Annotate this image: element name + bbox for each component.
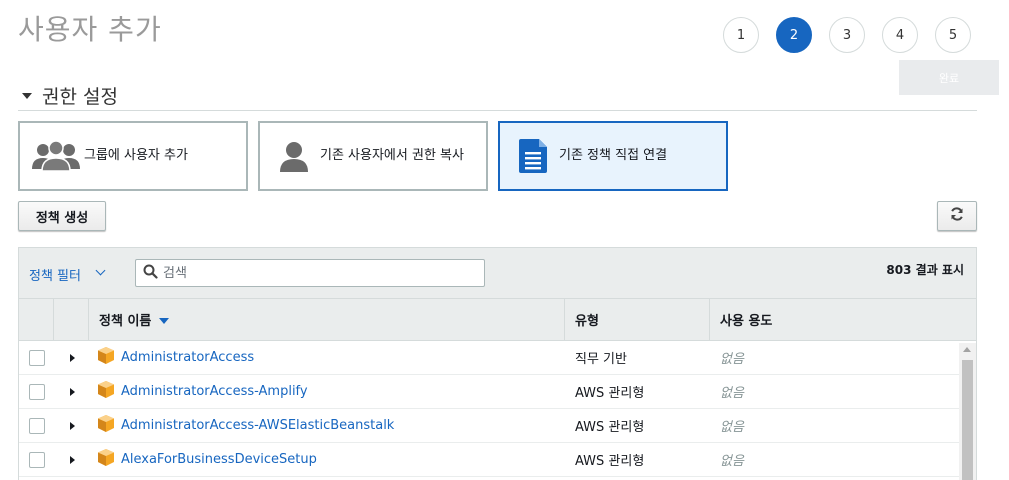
select-cell: [19, 451, 54, 468]
expand-cell: [54, 387, 89, 396]
type-cell: AWS 관리형: [565, 416, 710, 435]
type-cell: AWS 관리형: [565, 450, 710, 469]
header-policy-name[interactable]: 정책 이름: [89, 299, 565, 340]
select-cell: [19, 383, 54, 400]
header-select-col: [19, 299, 54, 340]
policy-name-link[interactable]: AdministratorAccess-AWSElasticBeanstalk: [121, 418, 394, 433]
user-icon: [278, 140, 310, 172]
aws-policy-icon: [97, 415, 115, 436]
step-1[interactable]: 1: [723, 17, 759, 53]
option-copy-permissions[interactable]: 기존 사용자에서 권한 복사: [258, 121, 488, 191]
refresh-icon: [950, 207, 964, 225]
option-label: 그룹에 사용자 추가: [84, 148, 188, 163]
table-row[interactable]: AdministratorAccess-Amplify AWS 관리형 없음: [19, 375, 960, 409]
expand-cell: [54, 353, 89, 362]
option-add-to-group[interactable]: 그룹에 사용자 추가: [18, 121, 248, 191]
search-input[interactable]: [163, 265, 463, 281]
policy-table: 정책 필터 803 결과 표시 정책 이름 유형 사용 용도: [18, 247, 977, 480]
table-row[interactable]: AdministratorAccess 직무 기반 없음: [19, 341, 960, 375]
collapse-caret-icon: [22, 93, 32, 99]
usage-cell: 없음: [710, 450, 960, 469]
option-attach-policies[interactable]: 기존 정책 직접 연결: [498, 121, 728, 191]
expand-cell: [54, 455, 89, 464]
refresh-button[interactable]: [937, 201, 977, 231]
policy-usage: 없음: [720, 386, 744, 401]
name-cell: AdministratorAccess: [89, 347, 565, 368]
step-4[interactable]: 4: [882, 17, 918, 53]
step-5[interactable]: 5: [935, 17, 971, 53]
policy-type: 직무 기반: [575, 352, 627, 367]
section-header[interactable]: 권한 설정: [18, 80, 977, 111]
aws-policy-icon: [97, 381, 115, 402]
expand-arrow-icon[interactable]: [70, 387, 75, 396]
scroll-up-icon[interactable]: [963, 347, 971, 352]
header-expand-col: [54, 299, 89, 340]
row-checkbox[interactable]: [29, 383, 45, 400]
usage-cell: 없음: [710, 416, 960, 435]
step-2[interactable]: 2: [776, 17, 812, 53]
expand-arrow-icon[interactable]: [70, 455, 75, 464]
expand-arrow-icon[interactable]: [70, 353, 75, 362]
usage-cell: 없음: [710, 382, 960, 401]
usage-cell: 없음: [710, 348, 960, 367]
row-checkbox[interactable]: [29, 451, 45, 468]
table-row[interactable]: AdministratorAccess-AWSElasticBeanstalk …: [19, 409, 960, 443]
policy-type: AWS 관리형: [575, 454, 645, 469]
select-cell: [19, 417, 54, 434]
create-policy-button[interactable]: 정책 생성: [18, 201, 106, 231]
header-type[interactable]: 유형: [565, 299, 710, 340]
select-cell: [19, 349, 54, 366]
scrollbar-thumb[interactable]: [962, 360, 973, 480]
policy-type: AWS 관리형: [575, 420, 645, 435]
chevron-down-icon[interactable]: [95, 265, 106, 276]
table-scrollbar[interactable]: [959, 343, 976, 480]
page-title: 사용자 추가: [18, 13, 162, 46]
result-count: 803 결과 표시: [886, 263, 964, 277]
option-label: 기존 정책 직접 연결: [559, 148, 668, 163]
policy-name-link[interactable]: AlexaForBusinessDeviceSetup: [121, 452, 317, 467]
section-title: 권한 설정: [42, 85, 118, 108]
aws-policy-icon: [97, 347, 115, 368]
name-cell: AlexaForBusinessDeviceSetup: [89, 449, 565, 470]
row-checkbox[interactable]: [29, 417, 45, 434]
policy-type: AWS 관리형: [575, 386, 645, 401]
name-cell: AdministratorAccess-AWSElasticBeanstalk: [89, 415, 565, 436]
filter-bar: 정책 필터 803 결과 표시: [19, 248, 976, 299]
policy-usage: 없음: [720, 454, 744, 469]
document-icon: [518, 139, 548, 173]
policy-name-link[interactable]: AdministratorAccess: [121, 350, 254, 365]
expand-arrow-icon[interactable]: [70, 421, 75, 430]
type-cell: 직무 기반: [565, 348, 710, 367]
search-box[interactable]: [135, 259, 485, 287]
header-label: 사용 용도: [720, 314, 773, 329]
expand-cell: [54, 421, 89, 430]
name-cell: AdministratorAccess-Amplify: [89, 381, 565, 402]
row-checkbox[interactable]: [29, 349, 45, 366]
search-icon: [136, 264, 158, 283]
header-label: 정책 이름: [99, 314, 152, 329]
type-cell: AWS 관리형: [565, 382, 710, 401]
table-body: AdministratorAccess 직무 기반 없음 Administrat…: [19, 341, 976, 477]
sort-desc-icon: [159, 317, 170, 324]
policy-usage: 없음: [720, 352, 744, 367]
users-group-icon: [32, 139, 80, 173]
header-usage[interactable]: 사용 용도: [710, 299, 976, 340]
step-3[interactable]: 3: [829, 17, 865, 53]
policy-filter-dropdown[interactable]: 정책 필터: [29, 265, 81, 284]
table-row[interactable]: AlexaForBusinessDeviceSetup AWS 관리형 없음: [19, 443, 960, 477]
policy-usage: 없음: [720, 420, 744, 435]
wizard-steps: 1 2 3 4 5: [723, 17, 971, 53]
header-label: 유형: [575, 314, 599, 329]
table-header: 정책 이름 유형 사용 용도: [19, 299, 976, 341]
aws-policy-icon: [97, 449, 115, 470]
option-label: 기존 사용자에서 권한 복사: [320, 148, 464, 163]
policy-name-link[interactable]: AdministratorAccess-Amplify: [121, 384, 308, 399]
